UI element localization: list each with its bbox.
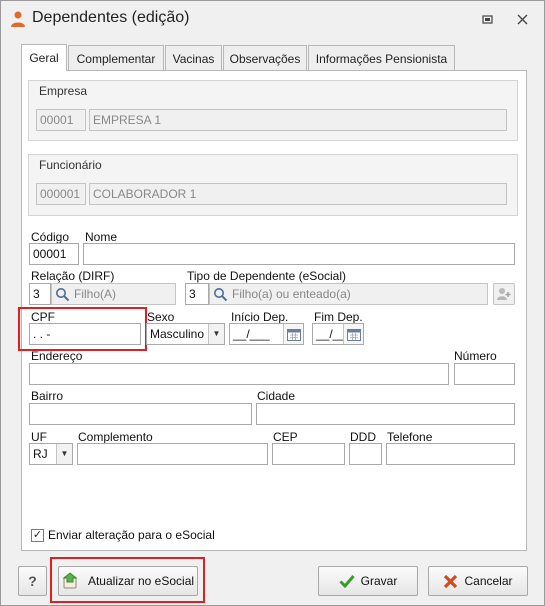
funcionario-label: Funcionário [39,158,102,172]
tab-complementar[interactable]: Complementar [68,45,164,71]
chevron-down-icon[interactable]: ▼ [56,444,72,464]
tab-vacinas[interactable]: Vacinas [165,45,222,71]
checkmark-icon: ✓ [32,529,43,541]
complemento-input[interactable] [77,443,268,465]
telefone-input[interactable] [386,443,515,465]
nome-label: Nome [85,230,118,244]
enviar-esocial-checkbox[interactable]: ✓ [31,529,44,542]
chevron-down-icon[interactable]: ▼ [208,324,224,344]
cpf-input[interactable]: . . - [29,323,141,345]
close-icon [517,14,527,24]
funcionario-name-field: COLABORADOR 1 [89,183,507,205]
dependentes-window: Dependentes (edição) Geral Complementar … [0,0,545,606]
complemento-label: Complemento [78,430,153,444]
telefone-label: Telefone [387,430,433,444]
numero-label: Número [454,349,497,363]
relacao-lookup[interactable]: Filho(A) [51,283,176,305]
close-button[interactable] [514,11,530,27]
cep-input[interactable] [272,443,345,465]
uf-value: RJ [33,447,48,461]
restore-icon [481,15,493,24]
tab-label: Geral [29,51,59,65]
empresa-code-field: 00001 [36,109,86,131]
tab-informacoes-pensionista[interactable]: Informações Pensionista [308,45,455,71]
numero-input[interactable] [454,363,515,385]
atualizar-esocial-button[interactable]: Atualizar no eSocial [58,566,198,596]
cidade-input[interactable] [256,403,515,425]
relacao-description: Filho(A) [74,287,117,301]
cancelar-label: Cancelar [464,574,513,588]
tipo-code-input[interactable]: 3 [185,283,209,305]
endereco-label: Endereço [31,349,83,363]
checkmark-icon [339,574,355,588]
calendar-button[interactable] [283,324,303,344]
empresa-label: Empresa [39,84,88,98]
add-person-icon [497,288,511,300]
calendar-icon [286,328,301,341]
cidade-label: Cidade [257,389,296,403]
sexo-value: Masculino [150,327,205,341]
tab-label: Observações [229,51,301,66]
gravar-label: Gravar [360,574,398,588]
search-icon[interactable] [213,287,228,302]
relacao-code-input[interactable]: 3 [29,283,51,305]
calendar-button[interactable] [343,324,363,344]
ddd-input[interactable] [349,443,382,465]
uf-select[interactable]: RJ ▼ [29,443,73,465]
tipo-dependente-lookup[interactable]: Filho(a) ou enteado(a) [209,283,488,305]
cep-label: CEP [273,430,298,444]
codigo-input[interactable]: 00001 [29,243,79,265]
help-label: ? [28,573,37,589]
calendar-icon [346,328,361,341]
inicio-dep-value: __/___ [233,327,270,341]
ddd-label: DDD [350,430,376,444]
bairro-label: Bairro [31,389,64,403]
tab-observacoes[interactable]: Observações [223,45,307,71]
title-bar: Dependentes (edição) [1,1,544,37]
atualizar-label: Atualizar no eSocial [87,574,195,588]
relacao-label: Relação (DIRF) [31,269,115,283]
inicio-dep-label: Início Dep. [231,310,289,324]
restore-button[interactable] [479,11,495,27]
fim-dep-label: Fim Dep. [314,310,363,324]
cpf-label: CPF [31,310,55,324]
bairro-input[interactable] [29,403,252,425]
tipo-dependente-description: Filho(a) ou enteado(a) [232,287,351,301]
cancelar-button[interactable]: Cancelar [428,566,528,596]
endereco-input[interactable] [29,363,449,385]
tab-label: Complementar [76,51,156,66]
gravar-button[interactable]: Gravar [318,566,418,596]
add-person-button[interactable] [493,283,515,305]
funcionario-code-field: 000001 [36,183,86,205]
help-button[interactable]: ? [18,566,47,596]
search-icon[interactable] [55,287,70,302]
sexo-label: Sexo [147,310,175,324]
app-icon [11,11,25,27]
uf-label: UF [31,430,47,444]
tipo-dependente-label: Tipo de Dependente (eSocial) [187,269,346,283]
empresa-name-field: EMPRESA 1 [89,109,507,131]
fim-dep-input[interactable]: __/___ [312,323,364,345]
tab-label: Informações Pensionista [315,51,448,66]
enviar-esocial-label[interactable]: Enviar alteração para o eSocial [48,528,215,542]
inicio-dep-input[interactable]: __/___ [229,323,304,345]
tab-geral[interactable]: Geral [21,44,67,71]
window-title: Dependentes (edição) [32,9,190,26]
codigo-label: Código [31,230,70,244]
sexo-select[interactable]: Masculino ▼ [146,323,225,345]
cancel-icon [443,574,458,589]
update-icon [62,572,82,590]
nome-input[interactable] [83,243,515,265]
tab-label: Vacinas [172,51,215,66]
